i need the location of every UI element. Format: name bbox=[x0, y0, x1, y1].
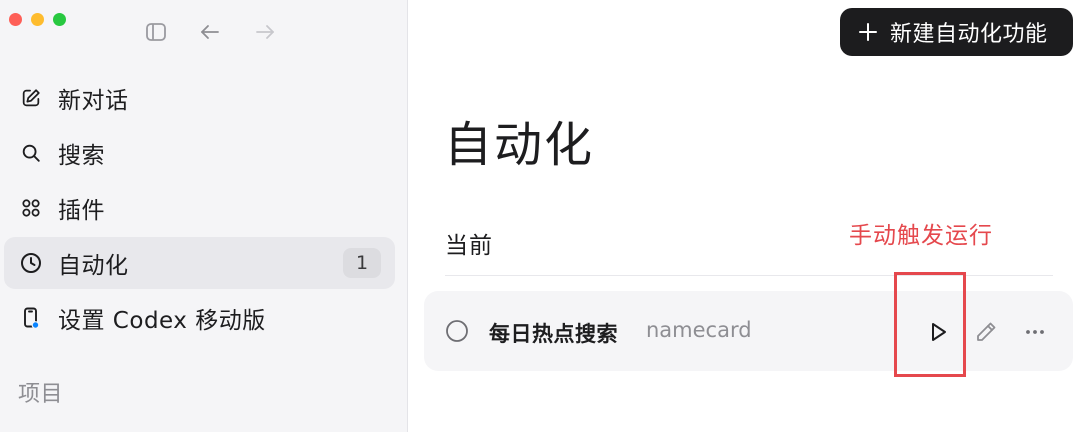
projects-section-label: 项目 bbox=[18, 382, 64, 407]
sidebar-item-label: 搜索 bbox=[58, 143, 105, 169]
compose-icon bbox=[18, 85, 44, 111]
task-name: 每日热点搜索 bbox=[489, 322, 618, 346]
sidebar-item-automation[interactable]: 自动化 1 bbox=[4, 237, 395, 289]
sidebar-item-search[interactable]: 搜索 bbox=[4, 127, 395, 179]
run-annotation-label: 手动触发运行 bbox=[849, 223, 993, 249]
plus-icon bbox=[858, 22, 878, 42]
window-minimize-button[interactable] bbox=[31, 13, 44, 26]
new-automation-button[interactable]: 新建自动化功能 bbox=[840, 8, 1073, 56]
sidebar-item-label: 设置 Codex 移动版 bbox=[58, 308, 266, 334]
sidebar-item-new-chat[interactable]: 新对话 bbox=[4, 72, 395, 124]
page-title: 自动化 bbox=[444, 117, 595, 173]
phone-icon bbox=[18, 305, 44, 331]
search-icon bbox=[18, 140, 44, 166]
sidebar-item-plugins[interactable]: 插件 bbox=[4, 182, 395, 234]
task-status-circle-icon[interactable] bbox=[445, 319, 469, 343]
more-options-icon[interactable] bbox=[1021, 318, 1049, 346]
annotation-highlight-box bbox=[894, 272, 966, 377]
new-automation-label: 新建自动化功能 bbox=[890, 22, 1048, 47]
count-badge: 1 bbox=[343, 248, 381, 278]
sidebar-item-label: 自动化 bbox=[58, 253, 129, 279]
sidebar-item-label: 新对话 bbox=[58, 88, 129, 114]
window-zoom-button[interactable] bbox=[53, 13, 66, 26]
arrow-right-icon[interactable] bbox=[251, 18, 279, 46]
window-close-button[interactable] bbox=[9, 13, 22, 26]
section-title-current: 当前 bbox=[445, 233, 493, 259]
sidebar: 新对话 搜索 插件 自动化 1 设置 Codex 移动版 项目 bbox=[0, 0, 408, 432]
arrow-left-icon[interactable] bbox=[196, 18, 224, 46]
pencil-icon[interactable] bbox=[972, 318, 1000, 346]
clock-icon bbox=[18, 250, 44, 276]
plugins-grid-icon bbox=[18, 195, 44, 221]
task-project: namecard bbox=[646, 318, 752, 342]
sidebar-item-mobile-setup[interactable]: 设置 Codex 移动版 bbox=[4, 292, 395, 344]
sidebar-item-label: 插件 bbox=[58, 198, 105, 224]
sidebar-toggle-icon[interactable] bbox=[142, 18, 170, 46]
